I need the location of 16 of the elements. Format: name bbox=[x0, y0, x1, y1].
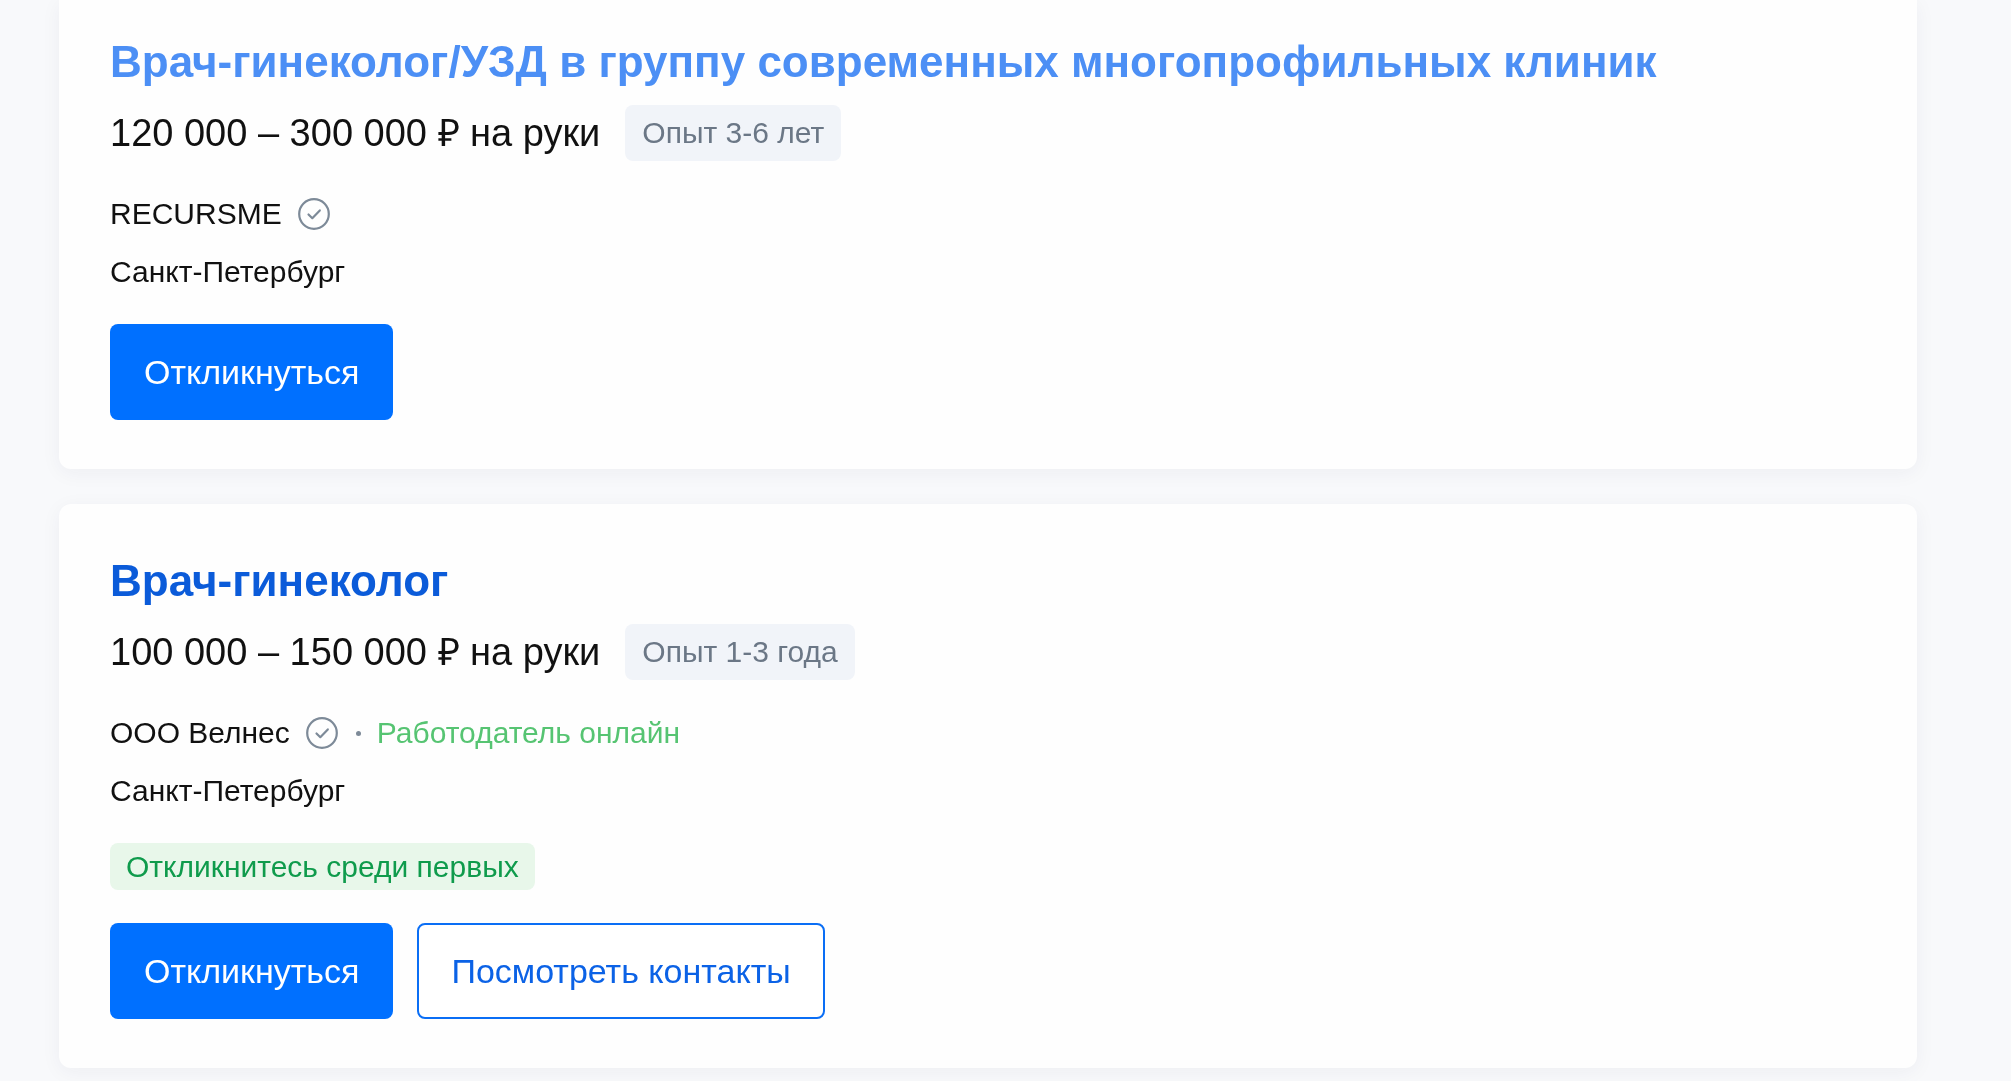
contacts-button[interactable]: Посмотреть контакты bbox=[417, 923, 825, 1019]
salary-text: 120 000 – 300 000 ₽ на руки bbox=[110, 111, 601, 155]
promo-tag: Откликнитесь среди первых bbox=[110, 843, 535, 890]
location-text: Санкт-Петербург bbox=[110, 255, 346, 289]
vacancy-title-link[interactable]: Врач-гинеколог/УЗД в группу современных многопрофильных клиник bbox=[110, 38, 1657, 86]
company-name-link[interactable]: ООО Велнес bbox=[110, 716, 290, 750]
respond-button[interactable]: Откликнуться bbox=[110, 923, 394, 1019]
location-text: Санкт-Петербург bbox=[110, 774, 346, 808]
company-name-link[interactable]: RECURSME bbox=[110, 197, 282, 231]
experience-tag: Опыт 3-6 лет bbox=[625, 105, 842, 161]
respond-button[interactable]: Откликнуться bbox=[110, 324, 394, 420]
separator-dot-icon bbox=[355, 730, 361, 736]
employer-status-text: Работодатель онлайн bbox=[376, 716, 680, 750]
experience-tag: Опыт 1-3 года bbox=[625, 624, 855, 680]
salary-text: 100 000 – 150 000 ₽ на руки bbox=[110, 630, 601, 674]
vacancy-title-link[interactable]: Врач-гинеколог bbox=[110, 557, 449, 605]
